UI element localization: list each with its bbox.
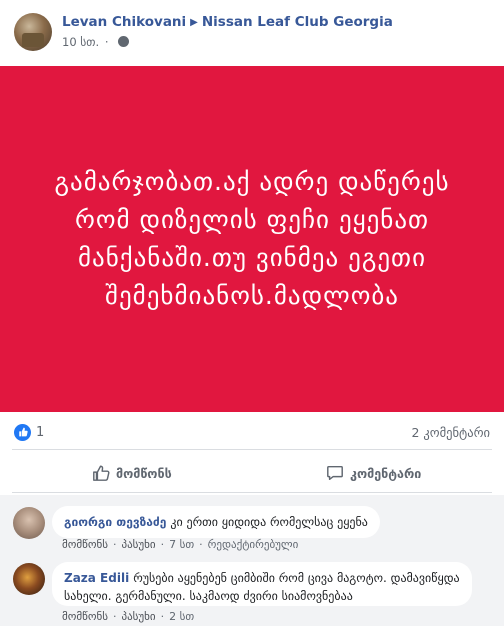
post-header: Levan Chikovani ▶ Nissan Leaf Club Georgia…	[0, 0, 504, 64]
comment-time[interactable]: 7 სთ	[169, 538, 194, 551]
comment-text: კი ერთი ყიდიდა რომელსაც ეყენა	[170, 515, 368, 529]
comment-button[interactable]: კომენტარი	[326, 456, 421, 490]
comment-bubble: გიორგი თევზაძე კი ერთი ყიდიდა რომელსაც ეყ…	[52, 506, 380, 538]
comment-edited[interactable]: რედაქტირებული	[208, 538, 299, 551]
comment-button-label: კომენტარი	[350, 465, 422, 481]
comment-time[interactable]: 2 სთ	[169, 610, 194, 623]
divider	[12, 449, 492, 450]
comment-like-link[interactable]: მომწონს	[62, 610, 108, 623]
like-button[interactable]: მომწონს	[92, 456, 172, 490]
comments-section: გიორგი თევზაძე კი ერთი ყიდიდა რომელსაც ეყ…	[0, 495, 504, 626]
action-bar: მომწონს კომენტარი	[0, 456, 504, 490]
comment-icon	[327, 465, 343, 481]
comment-count[interactable]: 2 კომენტარი	[412, 425, 491, 440]
comment-actions: მომწონს · პასუხი · 7 სთ · რედაქტირებული	[62, 538, 299, 551]
commenter-avatar[interactable]	[13, 563, 45, 595]
group-name[interactable]: Nissan Leaf Club Georgia	[202, 14, 393, 30]
comment-bubble: Zaza Edili რუსები აყენებენ ციმბიში რომ ცი…	[52, 562, 472, 606]
like-count[interactable]: 1	[36, 425, 44, 440]
author-avatar[interactable]	[14, 13, 52, 51]
reactions-bar: 1 2 კომენტარი	[0, 418, 504, 446]
comment-reply-link[interactable]: პასუხი	[121, 610, 155, 623]
comment-actions: მომწონს · პასუხი · 2 სთ	[62, 610, 195, 623]
thumbs-up-icon	[93, 465, 110, 481]
divider	[12, 492, 492, 493]
post-meta: 10 სთ. ·	[62, 35, 130, 49]
author-name[interactable]: Levan Chikovani	[62, 14, 186, 30]
commenter-avatar[interactable]	[13, 507, 45, 539]
comment-like-link[interactable]: მომწონს	[62, 538, 108, 551]
post-banner: გამარჯობათ.აქ ადრე დაწერეს რომ დიზელის ფ…	[0, 66, 504, 412]
post-author-line: Levan Chikovani ▶ Nissan Leaf Club Georgia	[62, 14, 393, 30]
comment-reply-link[interactable]: პასუხი	[121, 538, 155, 551]
commenter-name[interactable]: გიორგი თევზაძე	[64, 515, 166, 529]
like-icon[interactable]	[14, 424, 31, 441]
post-time[interactable]: 10 სთ.	[62, 35, 99, 49]
caret-right-icon: ▶	[190, 17, 198, 28]
like-button-label: მომწონს	[116, 465, 172, 481]
post-body-text: გამარჯობათ.აქ ადრე დაწერეს რომ დიზელის ფ…	[54, 167, 450, 310]
globe-icon	[118, 36, 130, 47]
commenter-name[interactable]: Zaza Edili	[64, 571, 129, 585]
